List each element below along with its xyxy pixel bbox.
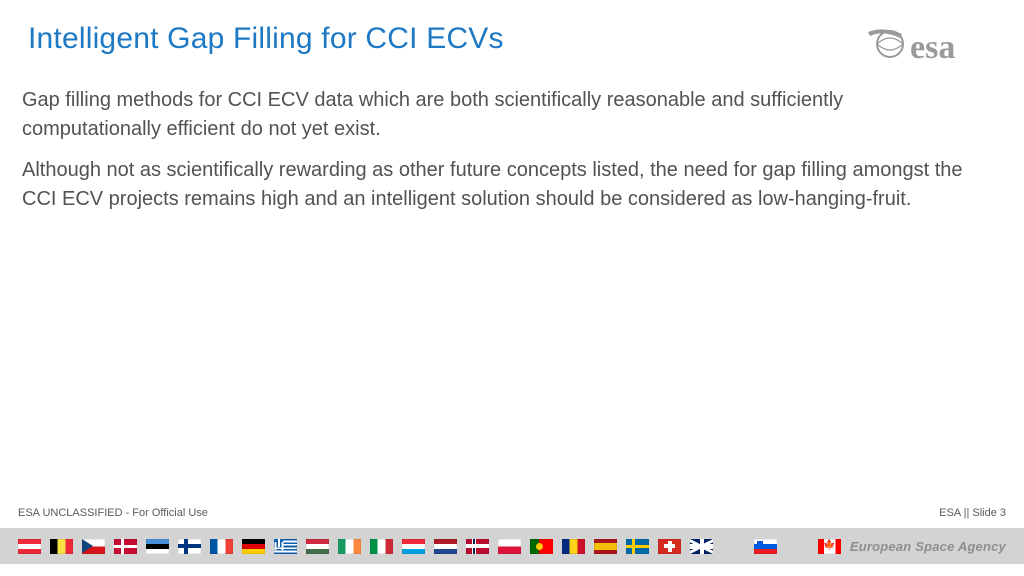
flag-gap: [786, 539, 809, 554]
slide-number: ESA || Slide 3: [939, 507, 1006, 519]
flag-pt: [530, 539, 553, 554]
flag-be: [50, 539, 73, 554]
flag-fi: [178, 539, 201, 554]
flag-at: [18, 539, 41, 554]
flag-ch: [658, 539, 681, 554]
flag-ca: [818, 539, 841, 554]
flag-cz: [82, 539, 105, 554]
flag-lu: [402, 539, 425, 554]
flag-it: [370, 539, 393, 554]
slide-body: Gap filling methods for CCI ECV data whi…: [22, 86, 980, 226]
flag-de: [242, 539, 265, 554]
svg-text:esa: esa: [910, 29, 955, 66]
flag-dk: [114, 539, 137, 554]
flag-ie: [338, 539, 361, 554]
slide: Intelligent Gap Filling for CCI ECVs esa…: [0, 0, 1024, 576]
paragraph-2: Although not as scientifically rewarding…: [22, 156, 980, 214]
flag-gap: [722, 539, 745, 554]
footer-bar: European Space Agency: [0, 528, 1024, 564]
esa-logo: esa: [866, 16, 1006, 72]
flag-no: [466, 539, 489, 554]
flag-nl: [434, 539, 457, 554]
flag-es: [594, 539, 617, 554]
flag-hu: [306, 539, 329, 554]
flag-gb: [690, 539, 713, 554]
flag-gr: [274, 539, 297, 554]
slide-title: Intelligent Gap Filling for CCI ECVs: [28, 22, 504, 56]
agency-name: European Space Agency: [850, 539, 1024, 554]
flag-row: [0, 539, 841, 554]
flag-si: [754, 539, 777, 554]
flag-ro: [562, 539, 585, 554]
classification-label: ESA UNCLASSIFIED - For Official Use: [18, 507, 208, 519]
flag-ee: [146, 539, 169, 554]
flag-fr: [210, 539, 233, 554]
flag-pl: [498, 539, 521, 554]
paragraph-1: Gap filling methods for CCI ECV data whi…: [22, 86, 980, 144]
flag-se: [626, 539, 649, 554]
